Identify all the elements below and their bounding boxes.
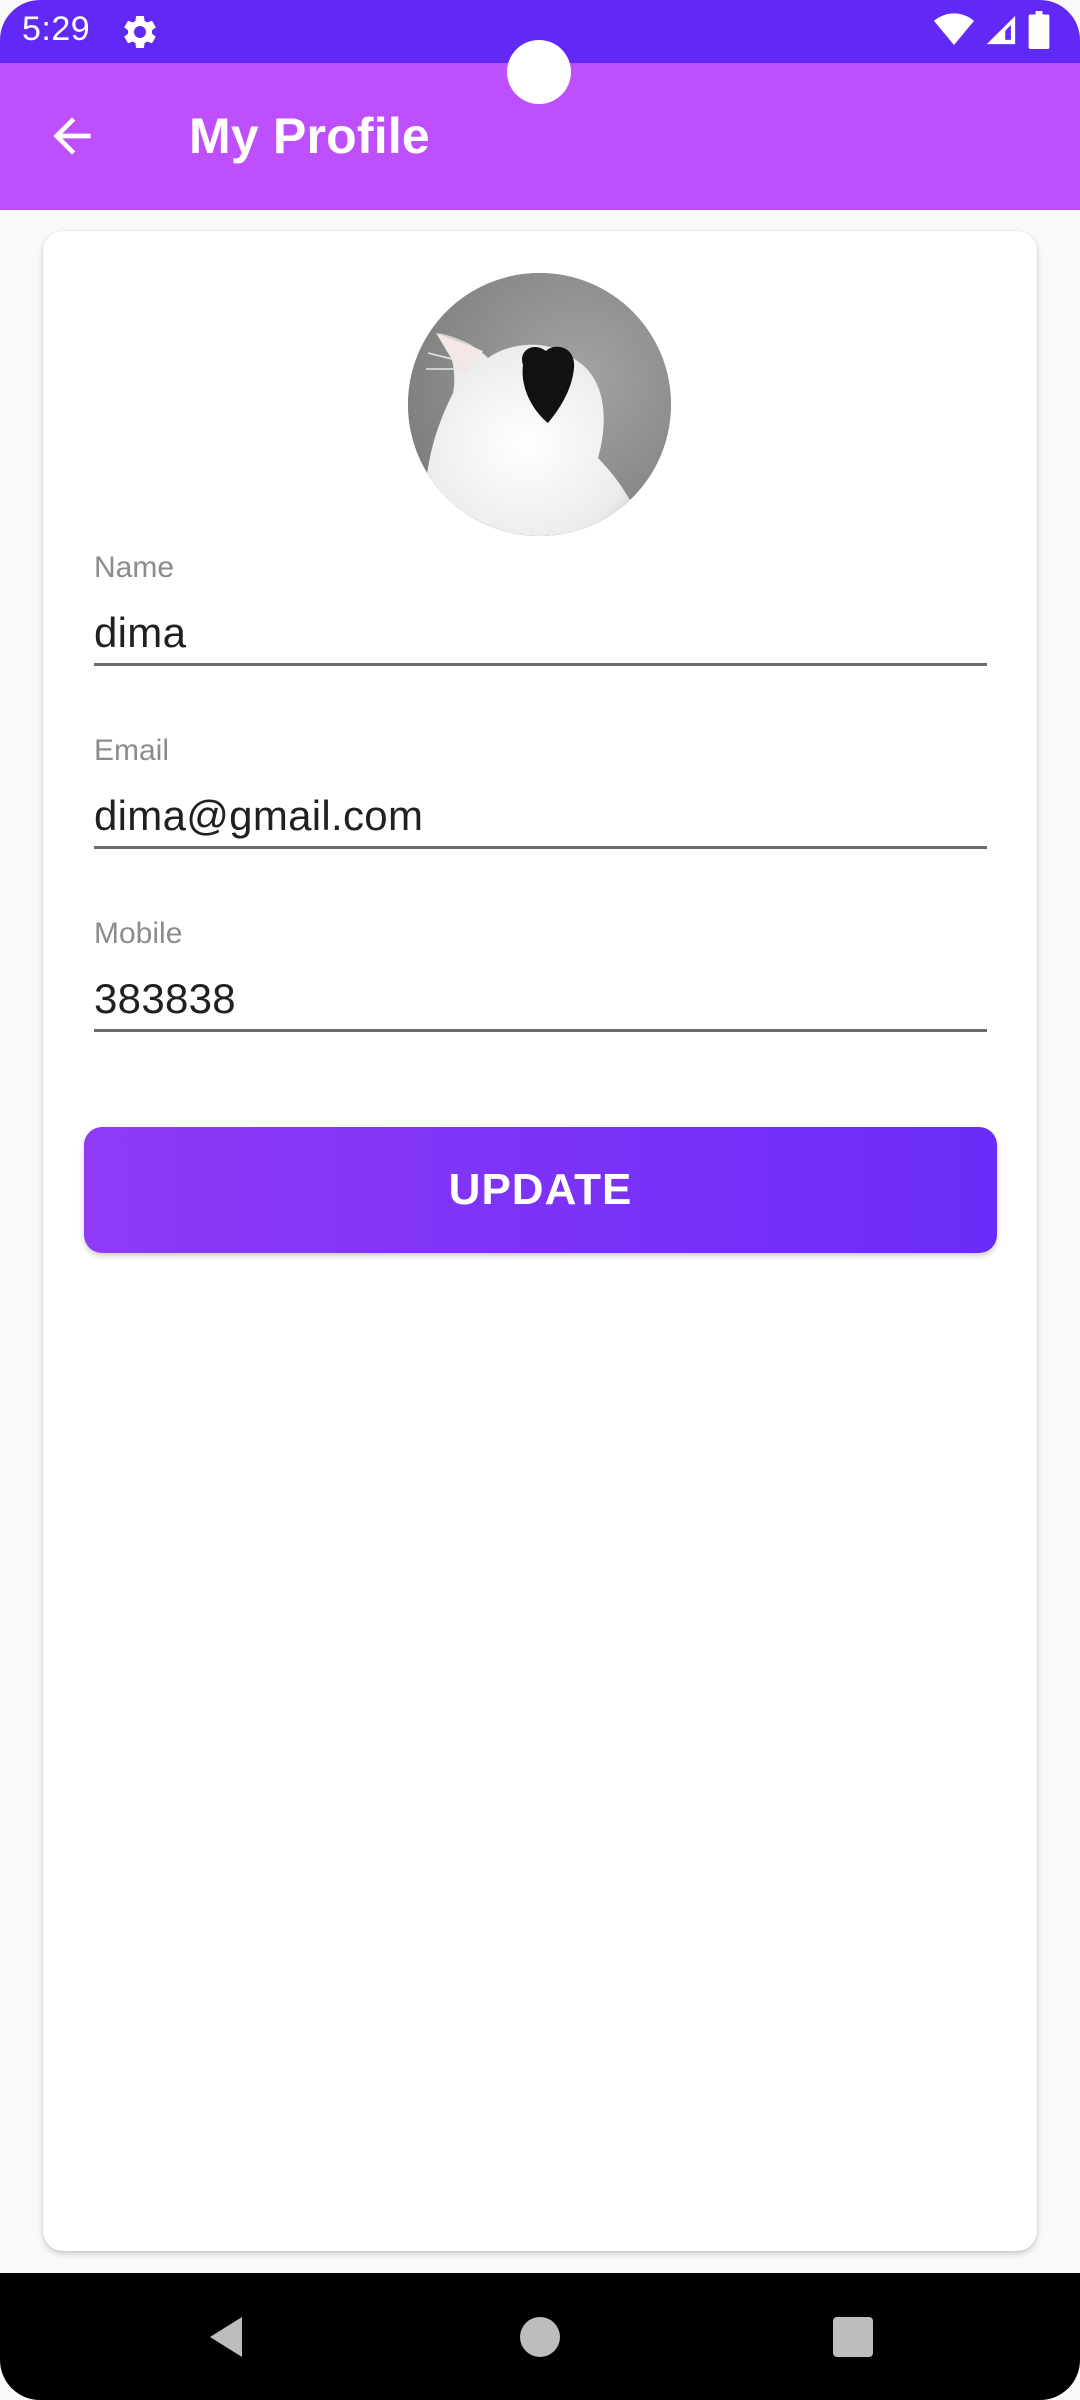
profile-card: Name Email Mobile UPDATE xyxy=(43,231,1037,2251)
mobile-label: Mobile xyxy=(94,917,183,950)
navigation-bar xyxy=(0,2273,1080,2400)
name-input[interactable] xyxy=(94,603,987,666)
status-time: 5:29 xyxy=(22,10,91,48)
camera-cutout xyxy=(507,40,571,104)
avatar[interactable] xyxy=(408,273,671,536)
email-label: Email xyxy=(94,734,170,767)
home-circle-icon[interactable] xyxy=(516,2313,564,2361)
status-icons xyxy=(934,10,1050,54)
signal-icon xyxy=(984,13,1018,52)
name-label: Name xyxy=(94,551,175,584)
page-title: My Profile xyxy=(189,108,430,164)
email-input[interactable] xyxy=(94,786,987,849)
battery-icon xyxy=(1028,10,1050,54)
update-button[interactable]: UPDATE xyxy=(84,1127,997,1253)
arrow-left-icon[interactable] xyxy=(44,108,100,164)
wifi-icon xyxy=(934,12,974,52)
recents-square-icon[interactable] xyxy=(829,2313,877,2361)
mobile-input[interactable] xyxy=(94,969,987,1032)
back-triangle-icon[interactable] xyxy=(202,2313,250,2361)
gear-icon xyxy=(120,12,160,52)
profile-screen: 5:29 My Profile Name dima Email dima@gma… xyxy=(0,0,1080,2400)
